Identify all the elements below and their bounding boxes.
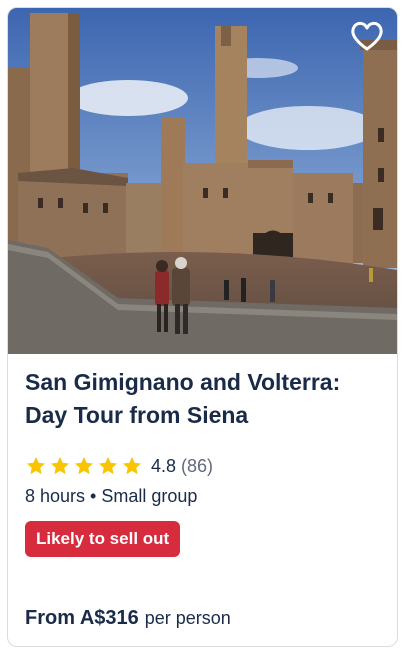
- star-icon: [122, 456, 142, 475]
- star-icon: [74, 456, 94, 475]
- price-unit: per person: [144, 608, 231, 628]
- piazza-towers-photo: [8, 8, 397, 354]
- review-count: (86): [181, 455, 214, 476]
- price-row: From A$316 per person: [25, 607, 231, 630]
- price-amount: From A$316: [25, 607, 139, 629]
- star-icon: [50, 456, 70, 475]
- tour-photo[interactable]: [8, 8, 397, 354]
- rating-row: 4.8 (86): [25, 453, 213, 479]
- rating-value: 4.8: [151, 455, 177, 476]
- tour-title[interactable]: San Gimignano and Volterra: Day Tour fro…: [25, 366, 385, 432]
- wishlist-button[interactable]: [349, 18, 385, 54]
- sell-out-badge: Likely to sell out: [25, 521, 181, 557]
- tour-card[interactable]: San Gimignano and Volterra: Day Tour fro…: [7, 7, 398, 647]
- star-rating: [25, 455, 143, 477]
- tour-meta: 8 hours • Small group: [25, 486, 198, 506]
- star-icon: [26, 456, 46, 475]
- star-icon: [98, 456, 118, 475]
- heart-outline-icon: [351, 21, 383, 51]
